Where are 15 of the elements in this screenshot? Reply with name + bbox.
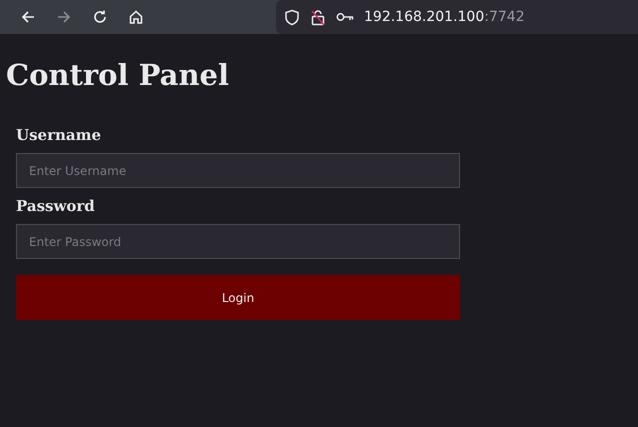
key-icon[interactable] — [336, 11, 354, 23]
reload-icon — [92, 9, 108, 25]
field-label: Username — [16, 126, 102, 144]
insecure-lock-icon[interactable] — [310, 8, 326, 26]
shield-icon[interactable] — [284, 8, 300, 26]
home-icon — [128, 9, 144, 25]
left-arrow-icon — [20, 9, 36, 25]
right-arrow-icon — [56, 9, 72, 25]
page-title: Control Panel — [6, 58, 230, 92]
address-bar[interactable]: 192.168.201.100:7742 — [276, 0, 638, 34]
url-text[interactable]: 192.168.201.100:7742 — [364, 9, 525, 25]
login-button[interactable]: Login — [16, 275, 460, 320]
text-field[interactable]: Enter Password — [16, 224, 460, 259]
text-field[interactable]: Enter Username — [16, 153, 460, 188]
field-label: Password — [16, 197, 96, 215]
